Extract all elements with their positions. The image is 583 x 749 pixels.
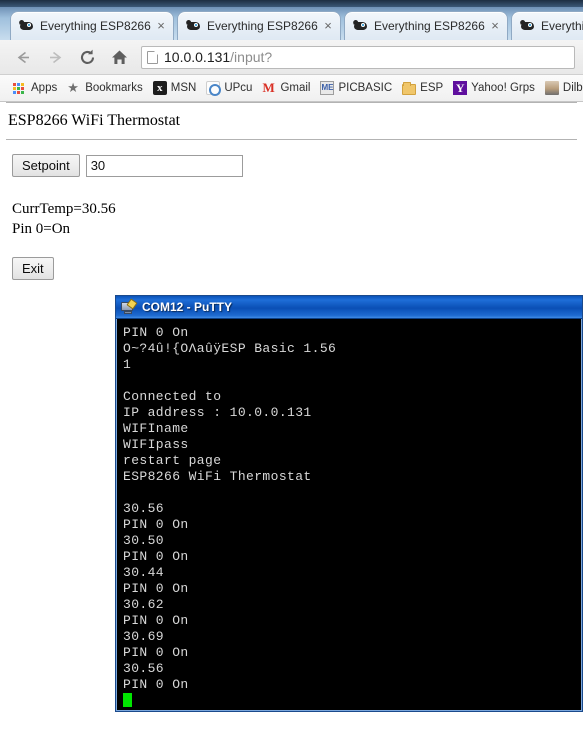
window-title-area <box>0 0 583 7</box>
bookmark-gmail[interactable]: M Gmail <box>257 78 315 98</box>
terminal-line: PIN 0 On <box>123 325 189 340</box>
terminal-line: 30.56 <box>123 661 165 676</box>
browser-tab-1-title: Everything ESP8266 - <box>40 19 153 33</box>
pin-state-text: Pin 0=On <box>12 221 71 237</box>
putty-title-bar[interactable]: COM12 - PuTTY <box>116 296 582 319</box>
terminal-line: WIFIpass <box>123 437 189 452</box>
star-icon: ★ <box>67 80 79 95</box>
url-path: /input? <box>230 49 273 65</box>
navigation-toolbar: 10.0.0.131/input? <box>0 40 583 75</box>
close-icon[interactable]: × <box>153 18 169 34</box>
bookmark-dilbert-label: Dilbe <box>562 82 583 94</box>
esp8266-favicon <box>519 19 535 33</box>
terminal-line: Connected to <box>123 389 222 404</box>
terminal-line: IP address : 10.0.0.131 <box>123 405 312 420</box>
esp8266-favicon <box>185 19 201 33</box>
bookmark-picbasic[interactable]: ME PICBASIC <box>315 78 397 98</box>
picbasic-icon: ME <box>320 81 335 95</box>
putty-window-title: COM12 - PuTTY <box>142 300 233 314</box>
bookmark-yahoo-groups[interactable]: Y Yahoo! Grps <box>448 78 540 98</box>
terminal-line: 30.44 <box>123 565 165 580</box>
browser-tab-1[interactable]: Everything ESP8266 - × <box>10 11 174 40</box>
close-icon[interactable]: × <box>487 18 503 34</box>
divider-under-title <box>6 139 577 140</box>
browser-tab-4-title: Everything <box>541 19 583 33</box>
terminal-line: restart page <box>123 453 222 468</box>
terminal-line: PIN 0 On <box>123 645 189 660</box>
esp8266-favicon <box>352 19 368 33</box>
browser-tab-3[interactable]: Everything ESP8266 - × <box>344 11 508 40</box>
setpoint-input[interactable] <box>85 154 243 177</box>
esp8266-favicon <box>18 19 34 33</box>
terminal-line: 30.50 <box>123 533 165 548</box>
browser-tab-2-title: Everything ESP8266 - <box>207 19 320 33</box>
bookmark-upcu[interactable]: UPcu <box>201 78 257 98</box>
browser-tab-4[interactable]: Everything <box>511 11 583 40</box>
address-bar[interactable]: 10.0.0.131/input? <box>141 45 575 69</box>
bookmark-msn-label: MSN <box>170 82 197 94</box>
bookmarks-bar: Apps ★ Bookmarks x MSN UPcu M Gmail ME P… <box>0 75 583 102</box>
bookmark-picbasic-label: PICBASIC <box>338 82 393 94</box>
url-host: 10.0.0.131 <box>164 49 231 65</box>
bookmark-yahoo-label: Yahoo! Grps <box>471 82 535 94</box>
bookmark-bookmarks[interactable]: ★ Bookmarks <box>62 78 148 98</box>
bookmark-esp-label: ESP <box>420 82 444 94</box>
back-arrow-icon[interactable] <box>9 43 37 71</box>
bookmark-apps[interactable]: Apps <box>8 78 62 98</box>
forward-arrow-icon[interactable] <box>41 43 69 71</box>
reload-icon[interactable] <box>73 43 101 71</box>
divider-top <box>6 102 577 103</box>
bookmark-bookmarks-label: Bookmarks <box>85 82 143 94</box>
terminal-line: 30.69 <box>123 629 165 644</box>
browser-tab-3-title: Everything ESP8266 - <box>374 19 487 33</box>
terminal-line: PIN 0 On <box>123 677 189 692</box>
tab-strip: Everything ESP8266 - × Everything ESP826… <box>0 0 583 40</box>
setpoint-form: Setpoint <box>0 140 583 177</box>
exit-form: Exit <box>0 239 583 280</box>
terminal-line: 30.56 <box>123 501 165 516</box>
bookmark-gmail-label: Gmail <box>280 82 311 94</box>
bookmark-upcu-label: UPcu <box>224 82 253 94</box>
terminal-line: ESP8266 WiFi Thermostat <box>123 469 312 484</box>
terminal-line: O~?4û!{OΛaûÿESP Basic 1.56 <box>123 341 337 356</box>
bookmark-dilbert[interactable]: Dilbe <box>540 78 583 98</box>
msn-icon: x <box>152 81 167 95</box>
bookmark-esp-folder[interactable]: ESP <box>397 78 448 98</box>
terminal-line: 1 <box>123 357 132 372</box>
block-cursor-icon <box>123 693 132 707</box>
terminal-line: PIN 0 On <box>123 613 189 628</box>
putty-app-icon <box>121 297 138 315</box>
upcu-icon <box>206 81 222 96</box>
close-icon[interactable]: × <box>320 18 336 34</box>
document-icon <box>147 50 158 64</box>
terminal-cursor-line <box>123 693 579 708</box>
folder-icon <box>402 81 417 95</box>
gmail-icon: M <box>262 80 275 95</box>
browser-tab-2[interactable]: Everything ESP8266 - × <box>177 11 341 40</box>
terminal-output[interactable]: PIN 0 On O~?4û!{OΛaûÿESP Basic 1.56 1 Co… <box>119 322 579 708</box>
yahoo-icon: Y <box>453 81 468 95</box>
terminal-line: PIN 0 On <box>123 581 189 596</box>
bookmark-msn[interactable]: x MSN <box>148 78 202 98</box>
setpoint-button[interactable]: Setpoint <box>12 154 80 177</box>
apps-grid-icon <box>13 81 27 95</box>
dilbert-icon <box>544 81 559 95</box>
address-bar-text: 10.0.0.131/input? <box>164 49 272 65</box>
putty-window[interactable]: COM12 - PuTTY PIN 0 On O~?4û!{OΛaûÿESP B… <box>115 295 583 712</box>
terminal-line: PIN 0 On <box>123 549 189 564</box>
terminal-line: PIN 0 On <box>123 517 189 532</box>
bookmark-apps-label: Apps <box>31 82 58 94</box>
terminal-line: 30.62 <box>123 597 165 612</box>
terminal-line: WIFIname <box>123 421 189 436</box>
status-readout: CurrTemp=30.56 Pin 0=On <box>0 177 583 239</box>
chrome-browser-window: Everything ESP8266 - × Everything ESP826… <box>0 0 583 749</box>
exit-button[interactable]: Exit <box>12 257 54 280</box>
home-icon[interactable] <box>105 43 133 71</box>
page-title: ESP8266 WiFi Thermostat <box>8 112 181 129</box>
current-temp-text: CurrTemp=30.56 <box>12 201 116 217</box>
